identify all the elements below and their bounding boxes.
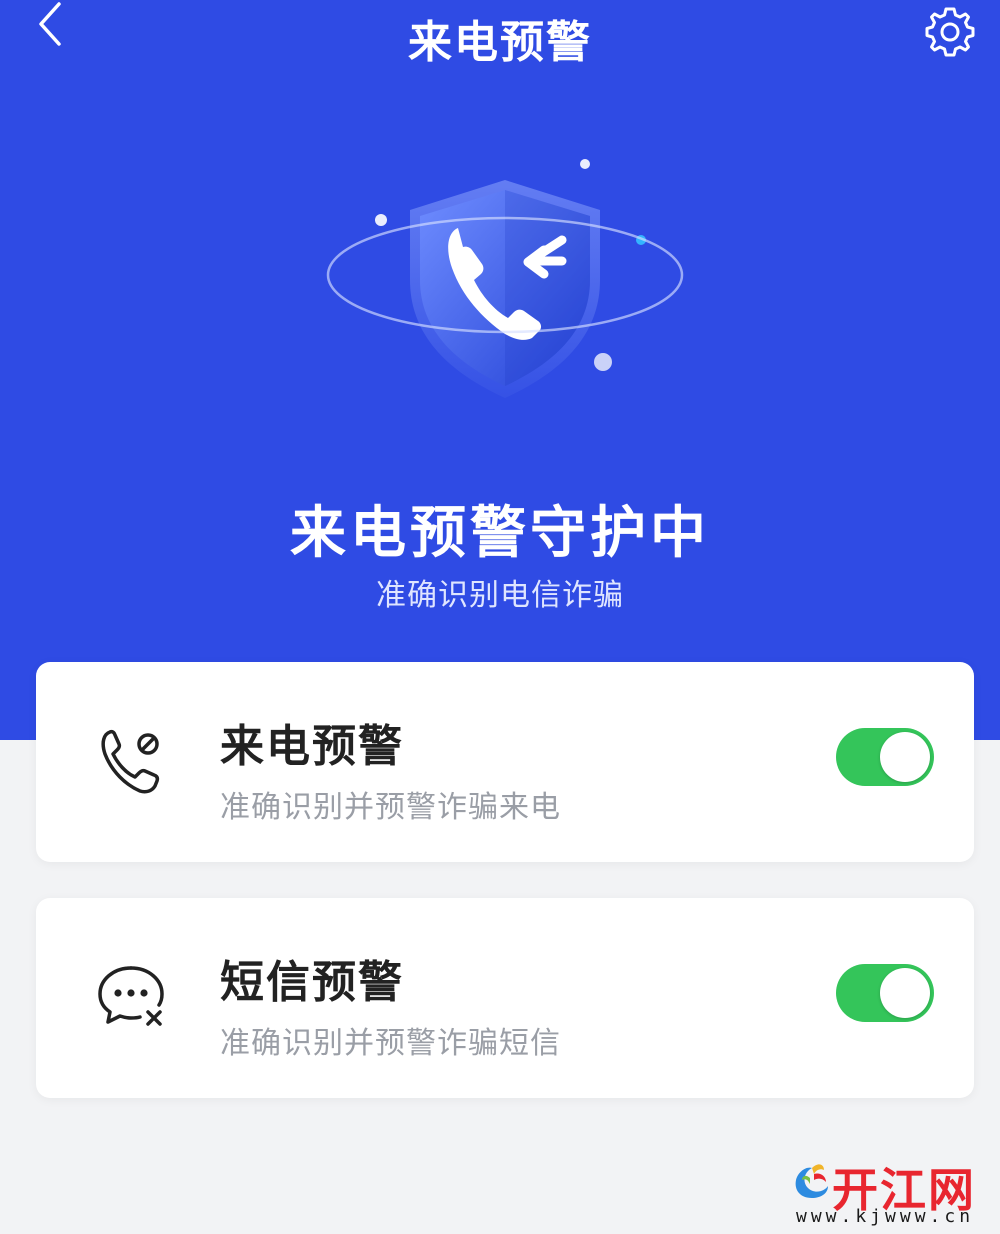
protection-status-title: 来电预警守护中 [290, 501, 710, 566]
call-alert-description: 准确识别并预警诈骗来电 [220, 790, 561, 825]
sms-alert-toggle[interactable] [836, 964, 934, 1022]
gear-icon [925, 7, 975, 57]
sms-alert-card: 短信预警 准确识别并预警诈骗短信 [36, 898, 974, 1098]
site-watermark: 开江网 www.kjwww.cn [790, 1154, 990, 1230]
watermark-url: www.kjwww.cn [796, 1206, 975, 1227]
hero-banner: 来电预警 来电预警守护中 准确识别电信诈骗 [0, 0, 1000, 740]
call-alert-title: 来电预警 [220, 721, 404, 772]
call-alert-card: 来电预警 准确识别并预警诈骗来电 [36, 662, 974, 862]
toggle-knob [880, 732, 930, 782]
call-alert-toggle[interactable] [836, 728, 934, 786]
page-title: 来电预警 [408, 17, 592, 68]
settings-button[interactable] [920, 2, 980, 62]
site-logo-icon [795, 1164, 828, 1198]
phone-block-icon [101, 729, 160, 794]
sms-alert-title: 短信预警 [220, 957, 404, 1008]
protection-status-subtitle: 准确识别电信诈骗 [376, 578, 624, 613]
message-block-icon [98, 966, 164, 1026]
shield-incoming-call-icon [326, 159, 684, 398]
toggle-knob [880, 968, 930, 1018]
sms-alert-description: 准确识别并预警诈骗短信 [220, 1026, 561, 1061]
